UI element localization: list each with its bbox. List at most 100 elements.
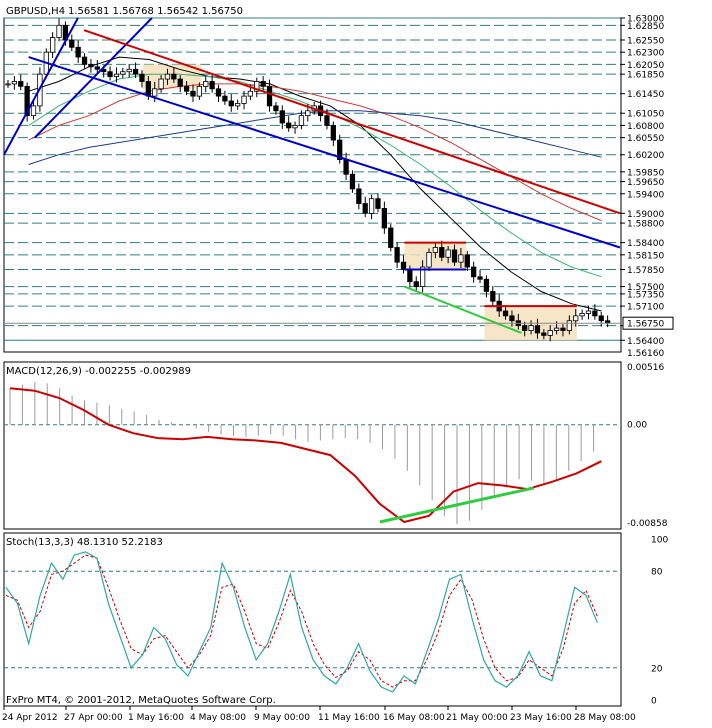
- time-axis-label: 24 Apr 2012: [2, 713, 58, 723]
- candle-body: [196, 85, 203, 97]
- macd-axis-label: -0.00858: [627, 519, 668, 529]
- price-axis-label: 1.56400: [627, 337, 664, 347]
- candle-body: [381, 208, 387, 229]
- candle-body: [451, 249, 458, 263]
- candle-body: [324, 115, 330, 126]
- candle-body: [145, 81, 151, 97]
- price-axis-label: 1.57350: [627, 290, 664, 300]
- candle-body: [432, 247, 439, 253]
- time-axis-label: 23 May 16:00: [510, 713, 572, 723]
- candle-body: [30, 105, 37, 117]
- price-axis-label: 1.57100: [627, 303, 664, 313]
- candle-body: [541, 332, 547, 336]
- candle-body: [292, 125, 298, 129]
- candle-body: [241, 95, 247, 104]
- macd-axis-label: 0.00: [627, 421, 647, 431]
- candle-body: [534, 325, 541, 334]
- candle-body: [158, 78, 164, 90]
- candle-body: [18, 81, 24, 87]
- macd-title: MACD(12,26,9) -0.002255 -0.002989: [6, 366, 191, 377]
- stoch-axis-label: 100: [651, 536, 668, 546]
- candle-body: [5, 83, 11, 86]
- chart-window: 1.63000 1.62850 1.62550 1.62300 1.62050 1.618…: [0, 0, 712, 724]
- price-axis-label: 1.58150: [627, 251, 664, 261]
- candle-body: [203, 81, 209, 87]
- candle-body: [407, 269, 413, 283]
- candle-body: [553, 327, 560, 331]
- candle-body: [50, 37, 56, 53]
- candle-body: [566, 320, 572, 331]
- candle-body: [126, 68, 132, 73]
- time-axis-label: 27 Apr 00:00: [64, 713, 123, 723]
- candle-body: [464, 254, 470, 268]
- candle-body: [502, 310, 509, 317]
- candle-body: [113, 73, 120, 77]
- candle-body: [260, 81, 266, 87]
- price-axis-label: 1.61050: [627, 110, 664, 120]
- price-axis-label: 1.62300: [627, 49, 664, 59]
- candle-body: [56, 24, 62, 38]
- time-axis-label: 28 May 08:00: [574, 713, 636, 723]
- candle-body: [171, 73, 177, 80]
- candle-body: [522, 325, 528, 331]
- candle-body: [560, 327, 566, 331]
- candle-body: [349, 173, 356, 190]
- stoch-axis-label: 0: [651, 697, 657, 707]
- time-axis-label: 11 May 16:00: [318, 713, 380, 723]
- candle-body: [471, 266, 477, 278]
- candle-body: [152, 88, 158, 97]
- stoch-title: Stoch(13,3,3) 48.1310 52.2183: [6, 537, 163, 548]
- price-axis-label: 1.59000: [627, 210, 664, 220]
- candle-body: [477, 276, 483, 280]
- candle-body: [183, 85, 190, 92]
- stoch-axis-label: 80: [651, 568, 663, 578]
- candle-body: [75, 46, 81, 58]
- candle-body: [247, 90, 254, 97]
- candle-body: [356, 188, 362, 204]
- candle-body: [273, 105, 279, 112]
- candle-body: [509, 315, 515, 322]
- candle-body: [107, 71, 113, 77]
- candle-body: [69, 39, 75, 48]
- candle-body: [394, 247, 400, 263]
- candle-body: [439, 247, 445, 258]
- candle-body: [330, 125, 336, 141]
- candle-body: [215, 88, 222, 97]
- candle-body: [94, 66, 100, 70]
- time-axis-label: 21 May 00:00: [446, 713, 508, 723]
- price-axis-label: 1.61850: [627, 71, 664, 81]
- candle-body: [573, 315, 579, 322]
- price-axis-label: 1.59850: [627, 168, 664, 178]
- candle-body: [132, 68, 139, 75]
- candle-body: [368, 198, 375, 214]
- candle-body: [120, 71, 126, 75]
- candle-body: [139, 73, 145, 82]
- price-axis-label: 1.59650: [627, 178, 664, 188]
- candle-body: [413, 281, 419, 287]
- time-axis-label: 9 May 00:00: [254, 713, 310, 723]
- ohlc-readout: 1.56581 1.56768 1.56542 1.56750: [68, 6, 243, 17]
- candle-body: [11, 81, 18, 85]
- current-price-label: 1.56750: [627, 320, 664, 330]
- candle-body: [483, 278, 490, 292]
- price-axis-label: 1.62550: [627, 36, 664, 46]
- price-axis-label: 1.62850: [627, 22, 664, 32]
- price-axis-label: 1.62050: [627, 61, 664, 71]
- candle-body: [579, 313, 585, 317]
- price-axis-label: 1.60550: [627, 134, 664, 144]
- candle-body: [388, 227, 394, 248]
- candle-body: [375, 198, 381, 209]
- price-axis-bottom-label: 1.56160: [627, 349, 664, 359]
- price-axis-label: 1.57850: [627, 266, 664, 276]
- candle-body: [266, 85, 273, 107]
- candle-body: [490, 291, 496, 302]
- candle-body: [585, 310, 592, 314]
- candle-body: [592, 310, 598, 317]
- candle-body: [286, 122, 292, 129]
- candle-body: [426, 251, 432, 268]
- candle-body: [190, 90, 196, 97]
- copyright-text: FxPro MT4, © 2001-2012, MetaQuotes Softw…: [6, 695, 276, 706]
- macd-panel: [3, 361, 622, 530]
- macd-axis-label: 0.00516: [627, 363, 664, 373]
- candle-body: [528, 325, 534, 331]
